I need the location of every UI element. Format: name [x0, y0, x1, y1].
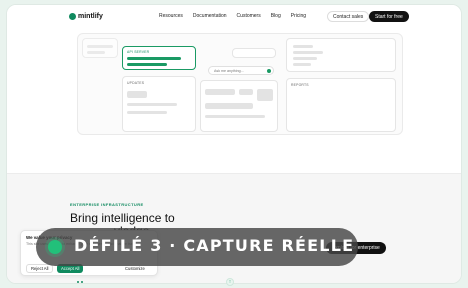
left-bar-1 — [87, 45, 113, 48]
center-block-3 — [257, 89, 273, 101]
dot — [77, 281, 79, 283]
updates-block-1 — [127, 91, 147, 98]
nav-link-documentation[interactable]: Documentation — [193, 13, 227, 19]
center-block-2 — [239, 89, 253, 95]
rt-bar-2 — [293, 51, 323, 54]
nav-link-resources[interactable]: Resources — [159, 13, 183, 19]
updates-card: UPDATES — [122, 76, 196, 132]
center-block-4 — [205, 103, 253, 109]
mintlify-logo-icon — [69, 13, 76, 20]
left-bar-2 — [87, 51, 105, 54]
pill-card — [232, 48, 276, 58]
reports-card: REPORTS — [286, 78, 396, 132]
reports-tag: REPORTS — [291, 83, 309, 87]
nav-link-customers[interactable]: Customers — [237, 13, 261, 19]
brand-logo[interactable]: mintlify — [69, 13, 103, 20]
overlay-label: DÉFILÉ 3 · CAPTURE RÉELLE — [74, 236, 355, 255]
left-card — [82, 38, 118, 58]
start-for-free-button[interactable]: Start for free — [369, 11, 409, 22]
api-bar-1 — [127, 57, 181, 60]
scroll-up-icon[interactable]: ↑ — [226, 278, 234, 286]
capture-overlay-badge: DÉFILÉ 3 · CAPTURE RÉELLE — [36, 228, 358, 266]
updates-bar-2 — [127, 111, 167, 114]
rt-bar-3 — [293, 57, 317, 60]
contact-sales-button[interactable]: Contact sales — [327, 11, 370, 22]
dot — [81, 281, 83, 283]
hero-section: mintlify Resources Documentation Custome… — [7, 5, 461, 173]
rt-bar-1 — [293, 45, 313, 48]
updates-bar-1 — [127, 103, 177, 106]
updates-tag: UPDATES — [127, 81, 145, 85]
carousel-dots[interactable] — [77, 281, 83, 283]
nav-link-pricing[interactable]: Pricing — [291, 13, 306, 19]
product-mockup: API SERVER UPDATES REPORTS Ask me anythi… — [77, 33, 403, 135]
center-card — [200, 80, 278, 132]
api-server-tag: API SERVER — [127, 50, 150, 54]
send-icon[interactable] — [267, 69, 271, 73]
top-nav: mintlify Resources Documentation Custome… — [7, 5, 461, 31]
live-indicator-icon — [48, 240, 62, 254]
right-top-card — [286, 38, 396, 72]
nav-links: Resources Documentation Customers Blog P… — [159, 13, 306, 19]
brand-name: mintlify — [78, 13, 103, 20]
center-bar-1 — [205, 115, 265, 118]
center-block-1 — [205, 89, 235, 95]
api-bar-2 — [127, 63, 167, 66]
rt-bar-4 — [293, 63, 311, 66]
section-eyebrow: ENTERPRISE INFRASTRUCTURE — [70, 202, 144, 207]
nav-link-blog[interactable]: Blog — [271, 13, 281, 19]
ask-input[interactable]: Ask me anything... — [208, 66, 274, 75]
ask-placeholder: Ask me anything... — [214, 68, 244, 73]
api-server-card: API SERVER — [122, 46, 196, 70]
